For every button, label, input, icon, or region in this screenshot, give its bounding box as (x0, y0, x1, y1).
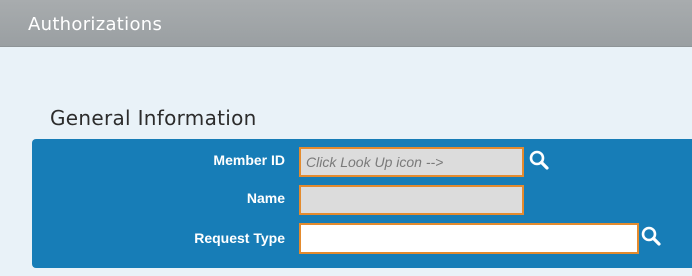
search-icon[interactable] (640, 225, 662, 247)
general-information-panel: Member ID Name Request Type (32, 139, 692, 268)
request-type-input[interactable] (299, 223, 639, 254)
search-icon[interactable] (528, 149, 550, 171)
member-id-input[interactable] (299, 147, 524, 177)
member-id-label: Member ID (213, 152, 285, 168)
request-type-label: Request Type (194, 230, 285, 246)
section-title-general-information: General Information (50, 106, 257, 130)
page-title: Authorizations (28, 14, 163, 35)
name-field (299, 185, 524, 215)
name-label: Name (246, 190, 285, 206)
header-bar: Authorizations (0, 0, 692, 47)
